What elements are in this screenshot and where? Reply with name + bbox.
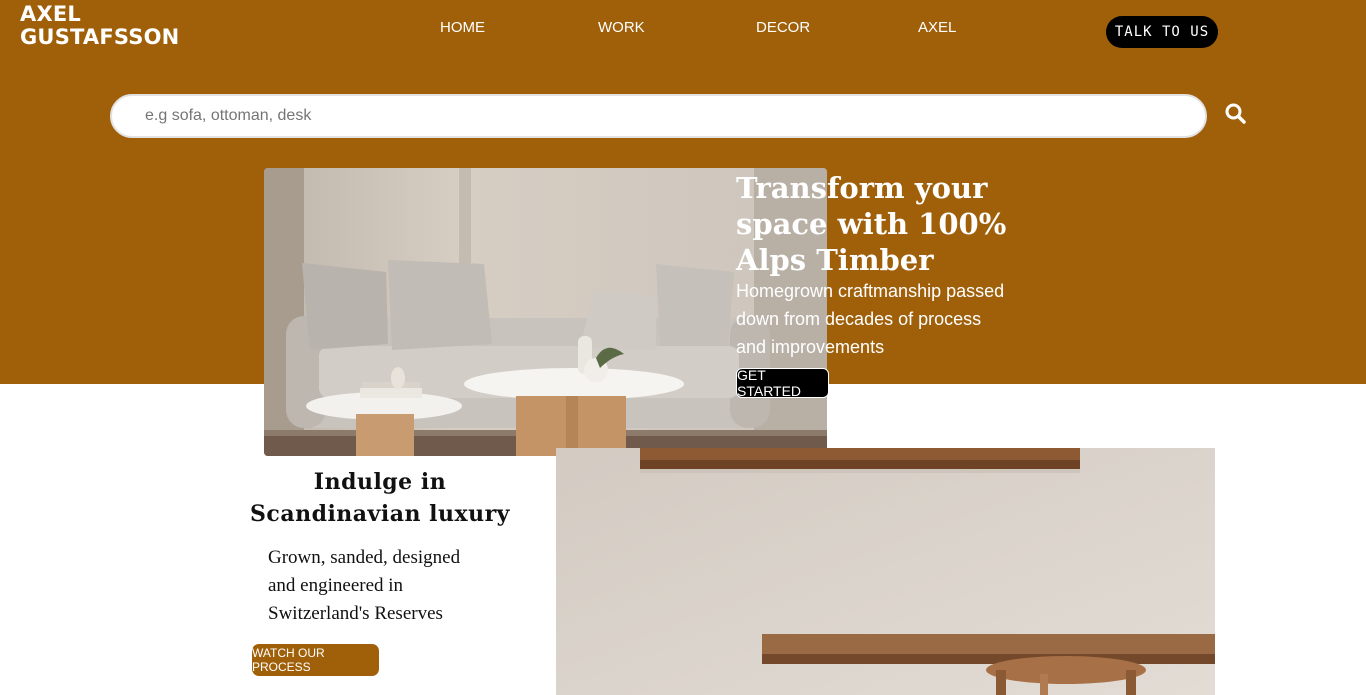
nav-work[interactable]: WORK	[598, 19, 645, 36]
wooden-shelves-image	[556, 448, 1215, 695]
brand-logo[interactable]: AXEL GUSTAFSSON	[20, 3, 179, 49]
nav-axel[interactable]: AXEL	[918, 19, 956, 36]
feature-title: Indulge in Scandinavian luxury	[250, 469, 510, 527]
hero-title: Transform your space with 100% Alps Timb…	[736, 171, 1007, 277]
hero-subtitle: Homegrown craftmanship passed down from …	[736, 281, 1005, 357]
search-button[interactable]	[1223, 101, 1249, 127]
brand-line-2: GUSTAFSSON	[20, 25, 180, 49]
get-started-button[interactable]: GET STARTED	[736, 367, 829, 399]
feature-description: Grown, sanded, designed and engineered i…	[268, 547, 461, 624]
nav-home[interactable]: HOME	[440, 19, 485, 36]
watch-process-button[interactable]: WATCH OUR PROCESS	[252, 644, 379, 676]
brand-line-1: AXEL	[20, 2, 81, 26]
talk-to-us-button[interactable]: TALK TO US	[1106, 16, 1218, 48]
nav-decor[interactable]: DECOR	[756, 19, 810, 36]
search-icon	[1225, 103, 1246, 124]
search-input[interactable]	[110, 94, 1207, 138]
